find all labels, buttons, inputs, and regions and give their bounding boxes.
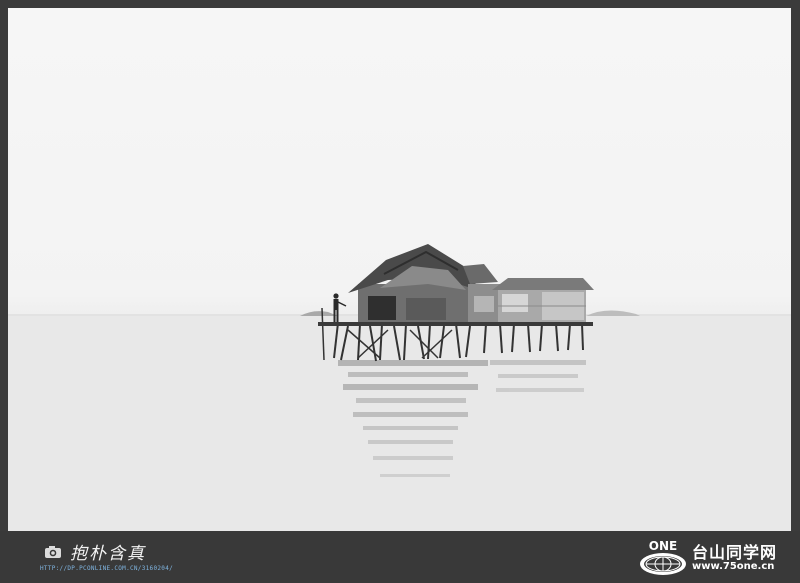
photographer-watermark: 抱朴含真 HTTP://DP.PCONLINE.COM.CN/3160204/	[40, 537, 200, 577]
site-url: www.75one.cn	[692, 561, 775, 572]
photographer-url: HTTP://DP.PCONLINE.COM.CN/3160204/	[40, 565, 174, 572]
distant-island-left	[300, 311, 338, 316]
watermark-bar: 抱朴含真 HTTP://DP.PCONLINE.COM.CN/3160204/ …	[0, 531, 800, 583]
wooden-house	[492, 278, 594, 322]
camera-icon	[45, 546, 61, 558]
globe-icon: ONE	[640, 539, 686, 575]
photographer-signature: 抱朴含真	[70, 544, 146, 564]
distant-island-right	[586, 310, 640, 316]
site-watermark: ONE 台山同学网 www.75one.cn	[638, 535, 794, 579]
photo-frame: 抱朴含真 HTTP://DP.PCONLINE.COM.CN/3160204/ …	[0, 0, 800, 583]
photo	[8, 8, 791, 531]
thatched-hut	[348, 244, 502, 322]
photo-scene	[8, 244, 791, 531]
water	[8, 314, 791, 531]
site-logo-text: ONE	[649, 539, 677, 553]
site-name: 台山同学网	[692, 543, 778, 562]
platform-deck	[318, 322, 593, 326]
